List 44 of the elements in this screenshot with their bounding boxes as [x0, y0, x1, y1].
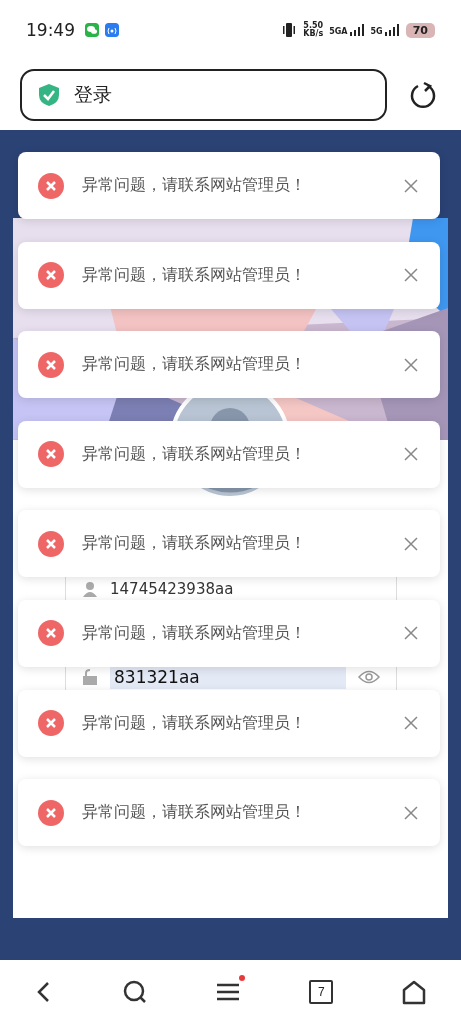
- user-icon: [82, 581, 98, 597]
- home-icon: [401, 979, 428, 1005]
- speed-unit: KB/s: [303, 30, 324, 38]
- close-icon[interactable]: [404, 805, 418, 820]
- error-message: 异常问题，请联系网站管理员！: [82, 712, 307, 734]
- shield-check-icon: [38, 83, 60, 107]
- close-icon[interactable]: [404, 536, 418, 551]
- network-type: 5GA: [329, 28, 348, 36]
- broadcast-app-icon: [105, 23, 119, 37]
- error-message: 异常问题，请联系网站管理员！: [82, 533, 307, 555]
- close-icon[interactable]: [404, 716, 418, 731]
- error-message: 异常问题，请联系网站管理员！: [82, 264, 307, 286]
- error-icon: [38, 530, 64, 557]
- error-icon: [38, 262, 64, 289]
- chat-app-icon: [85, 23, 99, 37]
- network-type: 5G: [370, 28, 383, 36]
- close-icon[interactable]: [404, 178, 418, 193]
- error-icon: [38, 620, 64, 647]
- error-message: 异常问题，请联系网站管理员！: [82, 802, 307, 824]
- close-icon[interactable]: [404, 268, 418, 283]
- network-speed: 5.50: [303, 22, 324, 30]
- vibrate-icon: [281, 23, 298, 37]
- close-icon[interactable]: [404, 357, 418, 372]
- error-icon: [38, 441, 64, 468]
- reload-icon: [409, 81, 437, 109]
- signal-icon: [348, 24, 365, 36]
- eye-icon[interactable]: [358, 670, 380, 684]
- clock: 19:49: [26, 20, 75, 40]
- error-message: 异常问题，请联系网站管理员！: [82, 622, 307, 644]
- search-icon: [121, 979, 148, 1005]
- error-message: 异常问题，请联系网站管理员！: [82, 443, 307, 465]
- battery-level: 70: [405, 22, 435, 38]
- error-message: 异常问题，请联系网站管理员！: [82, 175, 307, 196]
- lock-icon: [82, 669, 98, 685]
- address-bar[interactable]: 登录: [20, 69, 387, 121]
- page-title: 登录: [74, 82, 112, 107]
- close-icon[interactable]: [404, 626, 418, 641]
- error-icon: [38, 172, 64, 199]
- error-message: 异常问题，请联系网站管理员！: [82, 354, 307, 376]
- signal-icon: [383, 24, 400, 36]
- error-icon: [38, 710, 64, 737]
- error-icon: [38, 351, 64, 378]
- close-icon[interactable]: [404, 447, 418, 462]
- error-icon: [38, 799, 64, 826]
